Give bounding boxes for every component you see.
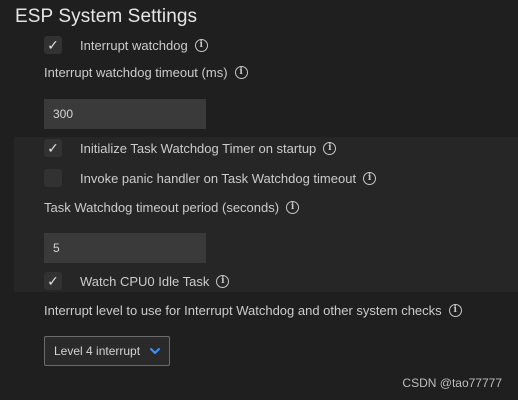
invoke-panic-checkbox[interactable] [44, 169, 62, 187]
task-watchdog-timeout-setting: Task Watchdog timeout period (seconds) i [44, 200, 300, 215]
checkmark-icon: ✓ [47, 37, 59, 53]
chevron-down-icon [150, 348, 161, 354]
interrupt-watchdog-checkbox[interactable]: ✓ [44, 36, 62, 54]
info-icon[interactable]: i [448, 304, 462, 317]
init-task-watchdog-label: Initialize Task Watchdog Timer on startu… [80, 140, 317, 156]
interrupt-level-dropdown[interactable]: Level 4 interrupt [44, 336, 170, 366]
interrupt-level-selected: Level 4 interrupt [54, 344, 141, 358]
checkmark-icon: ✓ [47, 273, 59, 289]
page-title: ESP System Settings [15, 6, 198, 27]
checkmark-icon: ✓ [47, 140, 59, 156]
info-icon[interactable]: i [194, 38, 208, 52]
info-icon[interactable]: i [216, 274, 230, 288]
info-icon[interactable]: i [363, 171, 377, 185]
interrupt-watchdog-setting: ✓ Interrupt watchdog i [44, 36, 208, 54]
info-icon[interactable]: i [286, 201, 300, 214]
invoke-panic-label: Invoke panic handler on Task Watchdog ti… [80, 170, 357, 186]
interrupt-watchdog-label: Interrupt watchdog [80, 37, 188, 53]
task-watchdog-timeout-input[interactable] [44, 233, 206, 263]
info-icon[interactable]: i [234, 66, 248, 79]
interrupt-watchdog-timeout-input[interactable] [44, 99, 206, 129]
task-watchdog-timeout-label: Task Watchdog timeout period (seconds) [44, 200, 280, 215]
interrupt-watchdog-timeout-setting: Interrupt watchdog timeout (ms) i [44, 65, 248, 80]
invoke-panic-setting: Invoke panic handler on Task Watchdog ti… [44, 169, 377, 187]
info-icon[interactable]: i [323, 141, 337, 155]
interrupt-level-setting: Interrupt level to use for Interrupt Wat… [44, 303, 462, 318]
watch-cpu0-idle-setting: ✓ Watch CPU0 Idle Task i [44, 272, 230, 290]
interrupt-watchdog-timeout-label: Interrupt watchdog timeout (ms) [44, 65, 228, 80]
watermark: CSDN @tao77777 [402, 376, 502, 390]
init-task-watchdog-setting: ✓ Initialize Task Watchdog Timer on star… [44, 139, 337, 157]
watch-cpu0-idle-checkbox[interactable]: ✓ [44, 272, 62, 290]
watch-cpu0-idle-label: Watch CPU0 Idle Task [80, 273, 210, 289]
interrupt-level-label: Interrupt level to use for Interrupt Wat… [44, 303, 442, 318]
init-task-watchdog-checkbox[interactable]: ✓ [44, 139, 62, 157]
